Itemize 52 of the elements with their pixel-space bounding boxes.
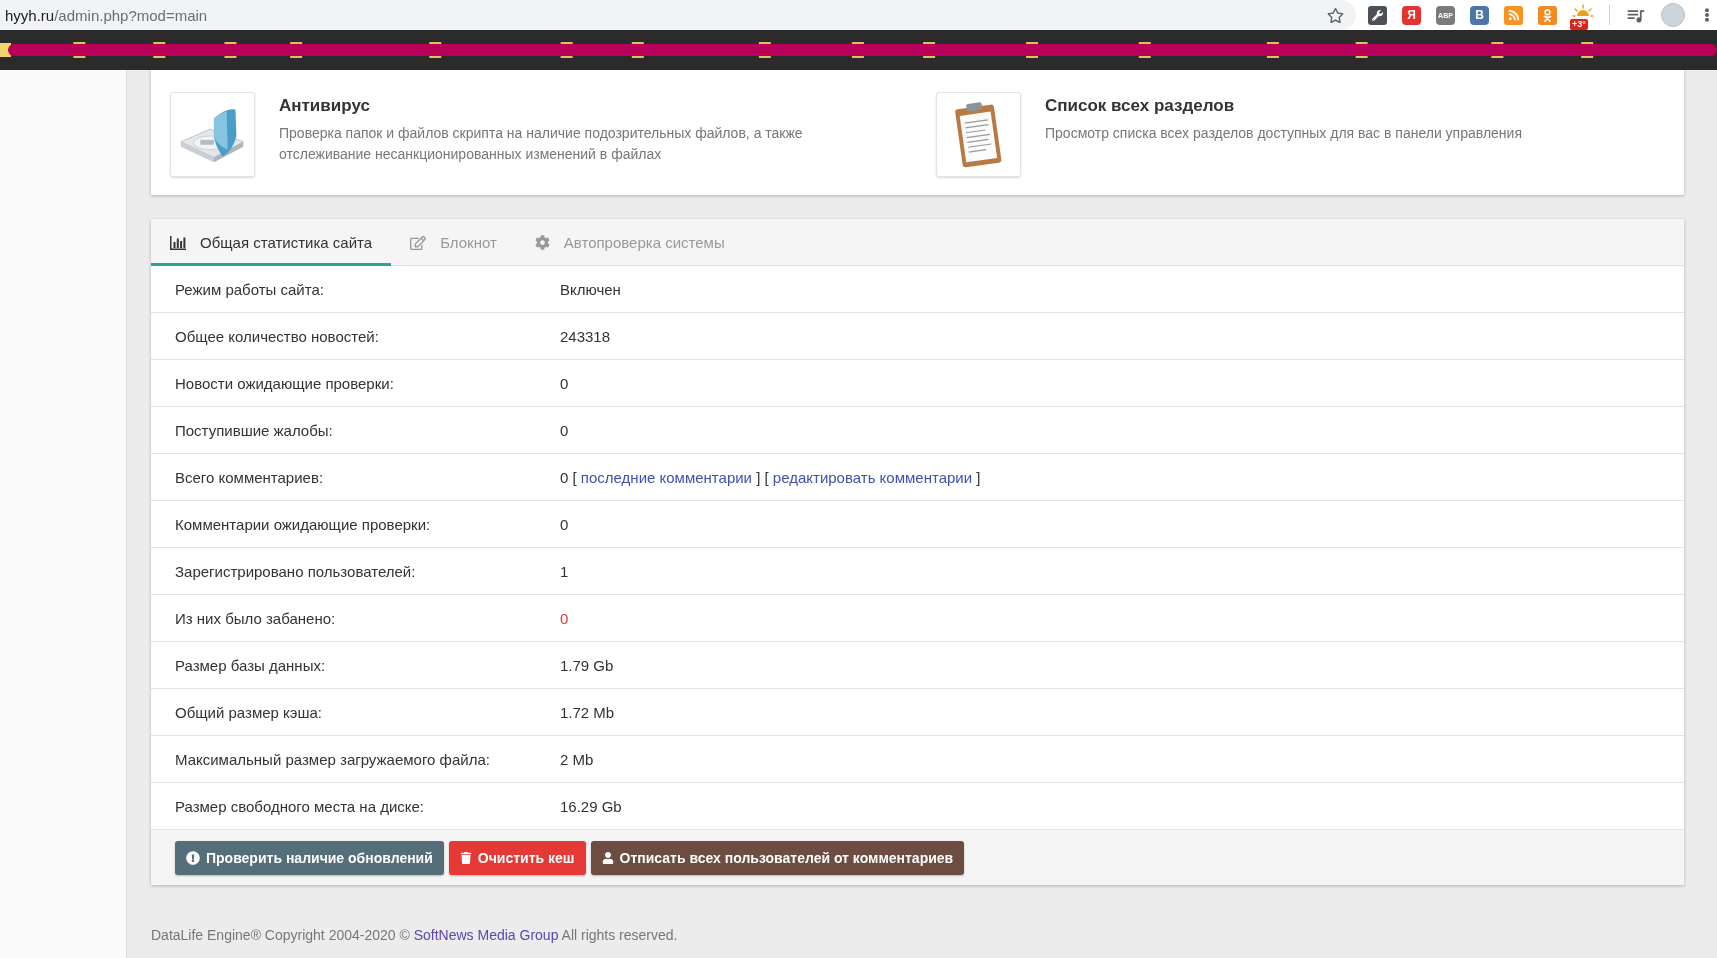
clipboard-icon[interactable] — [936, 92, 1021, 177]
action-button[interactable]: Проверить наличие обновлений — [175, 841, 444, 875]
edit-icon — [410, 234, 427, 251]
extension-button[interactable]: Я — [1402, 5, 1421, 25]
stat-value: 1.79 Gb — [560, 656, 615, 674]
sun-icon[interactable] — [1572, 4, 1594, 18]
wrench-tile-icon[interactable] — [1368, 5, 1387, 25]
stat-label: Общий размер кэша: — [175, 703, 323, 721]
stat-value: 1.72 Mb — [560, 703, 616, 721]
stat-value: 0 [ последние комментарии ] [ редактировать комментарии ] — [560, 468, 982, 486]
shortcut-description: Просмотр списка всех разделов доступных для вас в панели управления — [1045, 124, 1522, 143]
stat-label: Из них было забанено: — [175, 609, 337, 627]
action-button[interactable]: Очистить кеш — [448, 841, 586, 875]
stat-value: 0 — [560, 421, 570, 439]
tab[interactable]: Общая статистика сайта — [151, 219, 392, 266]
stat-label: Размер свободного места на диске: — [175, 797, 426, 815]
stat-label: Режим работы сайта: — [175, 280, 325, 298]
person-tile-icon[interactable] — [1538, 5, 1557, 25]
stat-label: Зарегистрировано пользователей: — [175, 562, 417, 580]
stat-value: 2 Mb — [560, 750, 595, 768]
stat-value: 0 — [560, 609, 570, 627]
action-button[interactable]: Отписать всех пользователей от комментариев — [590, 841, 965, 875]
stat-value: 1 — [560, 562, 570, 580]
shortcut-title[interactable]: Антивирус — [279, 95, 839, 117]
footer-text: DataLife Engine® Copyright 2004-2020 © SoftNews Media Group All rights reserved. — [151, 926, 679, 944]
stat-label: Комментарии ожидающие проверки: — [175, 515, 432, 533]
temperature-badge: +3° — [1570, 19, 1588, 30]
stat-label: Максимальный размер загружаемого файла: — [175, 750, 491, 768]
trash-icon — [459, 852, 472, 864]
stat-label: Новости ожидающие проверки: — [175, 374, 395, 392]
rss-icon[interactable] — [1504, 5, 1523, 25]
address-field[interactable]: hyyh.ru/admin.php?mod=main — [0, 0, 1356, 30]
shield-drive-icon[interactable] — [170, 92, 255, 177]
stat-value: 0 — [560, 374, 570, 392]
stat-value: 16.29 Gb — [560, 797, 623, 815]
shortcut-title[interactable]: Список всех разделов — [1045, 95, 1522, 117]
user-icon — [601, 852, 614, 864]
stat-label: Поступившие жалобы: — [175, 421, 334, 439]
stat-label: Общее количество новостей: — [175, 327, 380, 345]
stat-label: Всего комментариев: — [175, 468, 325, 486]
stat-label: Размер базы данных: — [175, 656, 327, 674]
comments-link[interactable]: редактировать комментарии — [772, 468, 973, 486]
stat-value: 0 — [560, 515, 570, 533]
gear-icon — [534, 235, 550, 250]
bar-chart-icon — [170, 235, 186, 250]
comments-link[interactable]: последние комментарии — [580, 468, 752, 486]
footer-link[interactable]: SoftNews Media Group — [413, 927, 559, 943]
shortcut-description: Проверка папок и файлов скрипта на наличие подозрительных файлов, а также отслеживание несанкционированных изменений в файлах — [279, 124, 804, 164]
star-icon[interactable] — [1327, 6, 1344, 24]
extension-button[interactable]: B — [1470, 5, 1489, 25]
stat-value: 243318 — [560, 327, 612, 345]
stat-value: Включен — [560, 280, 622, 298]
